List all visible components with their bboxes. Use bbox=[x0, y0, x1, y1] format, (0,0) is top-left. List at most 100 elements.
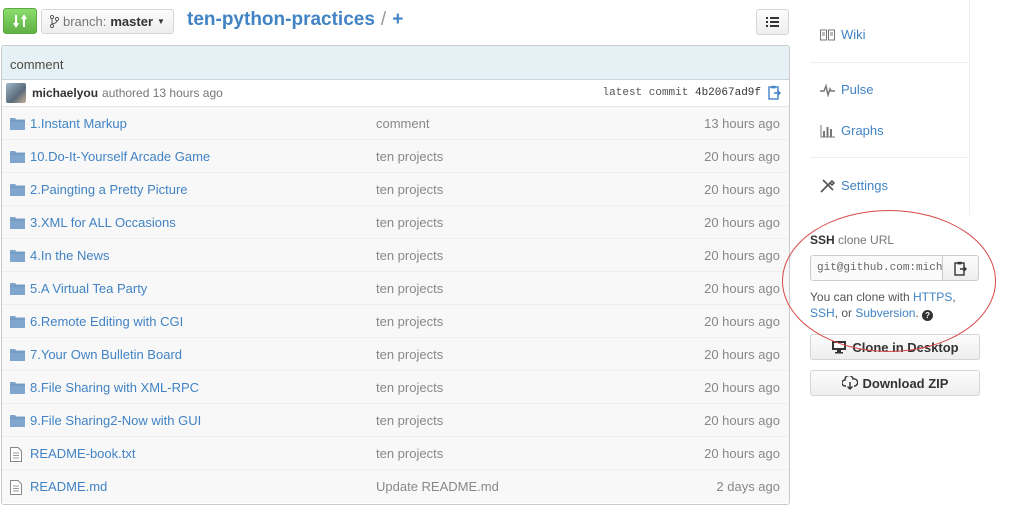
file-name-link[interactable]: README.md bbox=[30, 479, 107, 494]
repo-link[interactable]: ten-python-practices bbox=[187, 9, 375, 31]
compare-icon bbox=[13, 14, 27, 28]
clone-url-label: SSH clone URL bbox=[810, 233, 985, 247]
folder-icon bbox=[10, 151, 25, 163]
file-row[interactable]: 5.A Virtual Tea Party ten projects 20 hour… bbox=[2, 272, 789, 305]
clone-label-text: clone URL bbox=[838, 233, 895, 247]
pulse-icon bbox=[820, 82, 835, 97]
file-commit-message[interactable]: comment bbox=[376, 116, 429, 131]
copy-clone-url-button[interactable] bbox=[943, 255, 979, 281]
file-commit-message[interactable]: ten projects bbox=[376, 149, 443, 164]
folder-icon-wrap bbox=[10, 315, 25, 331]
file-row[interactable]: 7.Your Own Bulletin Board ten projects 20 … bbox=[2, 338, 789, 371]
clone-help-prefix: You can clone with bbox=[810, 290, 910, 304]
sidebar-item-pulse[interactable]: Pulse bbox=[820, 82, 874, 97]
file-commit-message[interactable]: ten projects bbox=[376, 215, 443, 230]
folder-icon bbox=[10, 118, 25, 130]
clone-help-text: You can clone with HTTPS, SSH, or Subver… bbox=[810, 290, 956, 321]
folder-icon-wrap bbox=[10, 150, 25, 166]
sidebar-divider bbox=[810, 157, 968, 158]
compare-button[interactable] bbox=[3, 8, 37, 34]
folder-icon-wrap bbox=[10, 348, 25, 364]
file-age: 20 hours ago bbox=[704, 379, 780, 395]
commit-time: authored 13 hours ago bbox=[102, 86, 223, 100]
file-commit-message[interactable]: ten projects bbox=[376, 347, 443, 362]
file-commit-message[interactable]: ten projects bbox=[376, 182, 443, 197]
folder-icon bbox=[10, 184, 25, 196]
question-icon[interactable]: ? bbox=[922, 310, 934, 321]
file-commit-message[interactable]: ten projects bbox=[376, 281, 443, 296]
clone-url-field: git@github.com:michaelyou/ten-python-pra… bbox=[810, 255, 985, 281]
ssh-clone-link[interactable]: SSH bbox=[810, 306, 835, 320]
folder-icon-wrap bbox=[10, 216, 25, 232]
file-commit-message[interactable]: ten projects bbox=[376, 380, 443, 395]
branch-name: master bbox=[110, 14, 154, 29]
list-view-button[interactable] bbox=[756, 9, 789, 35]
sidebar-item-label: Graphs bbox=[841, 123, 884, 138]
file-commit-message[interactable]: ten projects bbox=[376, 413, 443, 428]
file-commit-message[interactable]: ten projects bbox=[376, 446, 443, 461]
clone-in-desktop-button[interactable]: Clone in Desktop bbox=[810, 334, 980, 360]
file-row[interactable]: 8.File Sharing with XML-RPC ten projects 2… bbox=[2, 371, 789, 404]
sidebar-item-label: Pulse bbox=[841, 82, 874, 97]
file-name-link[interactable]: README-book.txt bbox=[30, 446, 135, 461]
file-commit-message[interactable]: Update README.md bbox=[376, 479, 499, 494]
folder-icon bbox=[10, 316, 25, 328]
file-age: 20 hours ago bbox=[704, 445, 780, 461]
file-age: 20 hours ago bbox=[704, 247, 780, 263]
file-name-link[interactable]: 6.Remote Editing with CGI bbox=[30, 314, 183, 329]
file-row[interactable]: README.md Update README.md 2 days ago bbox=[2, 470, 789, 503]
latest-commit: latest commit 4b2067ad9f bbox=[603, 87, 761, 99]
file-name-link[interactable]: 9.File Sharing2-Now with GUI bbox=[30, 413, 201, 428]
branch-selector[interactable]: branch: master ▼ bbox=[41, 9, 174, 34]
sidebar-item-wiki[interactable]: Wiki bbox=[820, 27, 866, 42]
tools-icon bbox=[820, 178, 835, 193]
latest-commit-label: latest commit bbox=[602, 87, 689, 99]
file-icon bbox=[10, 480, 22, 495]
file-commit-message[interactable]: ten projects bbox=[376, 248, 443, 263]
commit-sha[interactable]: 4b2067ad9f bbox=[695, 87, 761, 99]
subversion-clone-link[interactable]: Subversion bbox=[855, 306, 915, 320]
file-icon-wrap bbox=[10, 480, 22, 498]
https-clone-link[interactable]: HTTPS bbox=[913, 290, 952, 304]
sidebar-divider bbox=[810, 62, 968, 63]
file-name-link[interactable]: 5.A Virtual Tea Party bbox=[30, 281, 147, 296]
file-name-link[interactable]: 4.In the News bbox=[30, 248, 110, 263]
file-name-link[interactable]: 1.Instant Markup bbox=[30, 116, 127, 131]
file-row[interactable]: 4.In the News ten projects 20 hours ago bbox=[2, 239, 789, 272]
avatar[interactable] bbox=[6, 83, 26, 103]
file-row[interactable]: 1.Instant Markup comment 13 hours ago bbox=[2, 107, 789, 140]
sidebar-item-settings[interactable]: Settings bbox=[820, 178, 888, 193]
new-file-link[interactable]: + bbox=[392, 9, 403, 31]
file-name-link[interactable]: 3.XML for ALL Occasions bbox=[30, 215, 176, 230]
clone-url-box: SSH clone URL git@github.com:michaelyou/… bbox=[810, 233, 985, 321]
repo-sidebar: Wiki Pulse Graphs Settings bbox=[810, 0, 970, 215]
folder-icon-wrap bbox=[10, 183, 25, 199]
file-row[interactable]: 3.XML for ALL Occasions ten projects 20 ho… bbox=[2, 206, 789, 239]
sidebar-item-graphs[interactable]: Graphs bbox=[820, 123, 884, 138]
file-row[interactable]: 10.Do-It-Yourself Arcade Game ten project… bbox=[2, 140, 789, 173]
file-age: 20 hours ago bbox=[704, 214, 780, 230]
file-name-link[interactable]: 2.Paingting a Pretty Picture bbox=[30, 182, 188, 197]
file-row[interactable]: 2.Paingting a Pretty Picture ten projects… bbox=[2, 173, 789, 206]
download-zip-button[interactable]: Download ZIP bbox=[810, 370, 980, 396]
file-name-link[interactable]: 10.Do-It-Yourself Arcade Game bbox=[30, 149, 210, 164]
clone-url-input[interactable]: git@github.com:michaelyou/ten-python-pra… bbox=[810, 255, 943, 281]
folder-icon bbox=[10, 283, 25, 295]
download-zip-label: Download ZIP bbox=[862, 375, 949, 391]
breadcrumb-separator: / bbox=[380, 9, 387, 30]
file-row[interactable]: README-book.txt ten projects 20 hours ago bbox=[2, 437, 789, 470]
commit-message[interactable]: comment bbox=[2, 46, 789, 80]
file-row[interactable]: 6.Remote Editing with CGI ten projects 20 … bbox=[2, 305, 789, 338]
sidebar-item-label: Wiki bbox=[841, 27, 866, 42]
file-age: 2 days ago bbox=[716, 479, 780, 494]
file-commit-message[interactable]: ten projects bbox=[376, 314, 443, 329]
clone-help-or: or bbox=[841, 306, 853, 320]
folder-icon bbox=[10, 415, 25, 427]
graph-icon bbox=[820, 124, 835, 137]
file-name-link[interactable]: 8.File Sharing with XML-RPC bbox=[30, 380, 199, 395]
file-name-link[interactable]: 7.Your Own Bulletin Board bbox=[30, 347, 182, 362]
commit-author[interactable]: michaelyou bbox=[32, 86, 98, 100]
file-row[interactable]: 9.File Sharing2-Now with GUI ten projects… bbox=[2, 404, 789, 437]
clipboard-icon[interactable] bbox=[768, 85, 781, 100]
file-age: 13 hours ago bbox=[704, 115, 780, 131]
